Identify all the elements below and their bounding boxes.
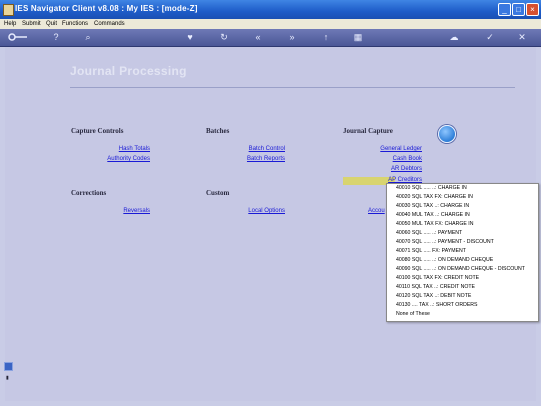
popup-item[interactable]: 40030 SQL TAX ..: CHARGE IN	[387, 202, 538, 211]
app-window: IES Navigator Client v8.08 : My IES : [m…	[0, 0, 541, 406]
help-icon[interactable]: ?	[50, 31, 62, 43]
divider	[70, 87, 515, 88]
app-icon	[3, 4, 14, 16]
section-capture-controls: Capture Controls	[71, 127, 124, 135]
link-general-ledger[interactable]: General Ledger	[380, 146, 422, 152]
link-hash-totals[interactable]: Hash Totals	[119, 146, 150, 152]
window-title: IES Navigator Client v8.08 : My IES : [m…	[15, 4, 198, 13]
popup-item[interactable]: 40130 .... TAX ..: SHORT ORDERS	[387, 301, 538, 310]
popup-item[interactable]: 40110 SQL TAX ..: CREDIT NOTE	[387, 283, 538, 292]
journal-type-popup: 40010 SQL ..... ..: CHARGE IN 40020 SQL …	[386, 183, 539, 322]
link-batch-reports[interactable]: Batch Reports	[247, 156, 285, 162]
rewind-icon[interactable]: «	[252, 31, 264, 43]
title-bar: IES Navigator Client v8.08 : My IES : [m…	[0, 0, 541, 19]
menu-bar: Help Submit Quit Functions Commands	[0, 19, 541, 29]
toolbar: ? ⌕ ♥ ↻ « » ↑ ▦ ☁ ✓ ✕	[0, 29, 541, 47]
link-batch-control[interactable]: Batch Control	[249, 146, 285, 152]
popup-item[interactable]: 40080 SQL ..... ..: ON DEMAND CHEQUE	[387, 256, 538, 265]
popup-item[interactable]: 40090 SQL ..... ..: ON DEMAND CHEQUE - D…	[387, 265, 538, 274]
popup-item[interactable]: 40010 SQL ..... ..: CHARGE IN	[387, 184, 538, 193]
key-icon[interactable]	[8, 31, 28, 43]
menu-quit[interactable]: Quit	[46, 19, 57, 29]
link-cash-book[interactable]: Cash Book	[393, 156, 422, 162]
section-custom: Custom	[206, 189, 230, 197]
refresh-icon[interactable]: ↻	[218, 31, 230, 43]
section-journal-capture: Journal Capture	[343, 127, 393, 135]
menu-functions[interactable]: Functions	[62, 19, 88, 29]
status-icon[interactable]	[4, 362, 13, 371]
menu-submit[interactable]: Submit	[22, 19, 41, 29]
popup-item[interactable]: 40070 SQL ..... ..: PAYMENT - DISCOUNT	[387, 238, 538, 247]
popup-item[interactable]: 40020 SQL TAX FX: CHARGE IN	[387, 193, 538, 202]
link-ar-debtors[interactable]: AR Debtors	[391, 166, 422, 172]
popup-item[interactable]: 40071 SQL ..... FX: PAYMENT	[387, 247, 538, 256]
popup-item[interactable]: 40050 MUL TAX FX: CHARGE IN	[387, 220, 538, 229]
link-accounts-partial[interactable]: Accou	[368, 208, 385, 214]
popup-item-none[interactable]: None of These	[387, 310, 538, 319]
link-authority-codes[interactable]: Authority Codes	[107, 156, 150, 162]
close-window-button[interactable]: ×	[526, 3, 539, 16]
section-batches: Batches	[206, 127, 230, 135]
up-icon[interactable]: ↑	[320, 31, 332, 43]
heart-icon[interactable]: ♥	[184, 31, 196, 43]
section-corrections: Corrections	[71, 189, 107, 197]
menu-commands[interactable]: Commands	[94, 19, 125, 29]
minimize-button[interactable]: _	[498, 3, 511, 16]
search-icon[interactable]: ⌕	[82, 31, 94, 43]
page-title: Journal Processing	[70, 64, 187, 78]
popup-item[interactable]: 40060 SQL ..... ..: PAYMENT	[387, 229, 538, 238]
maximize-button[interactable]: □	[512, 3, 525, 16]
link-local-options[interactable]: Local Options	[248, 208, 285, 214]
popup-item[interactable]: 40100 SQL TAX FX: CREDIT NOTE	[387, 274, 538, 283]
link-reversals[interactable]: Reversals	[123, 208, 150, 214]
popup-item[interactable]: 40120 SQL TAX ..: DEBIT NOTE	[387, 292, 538, 301]
cloud-icon[interactable]: ☁	[448, 31, 460, 43]
calendar-icon[interactable]: ▦	[352, 31, 364, 43]
check-icon[interactable]: ✓	[484, 31, 496, 43]
close-icon[interactable]: ✕	[516, 31, 528, 43]
side-marker-icon: ▮	[6, 375, 9, 381]
menu-help[interactable]: Help	[4, 19, 16, 29]
info-icon[interactable]	[438, 125, 456, 143]
fast-forward-icon[interactable]: »	[286, 31, 298, 43]
popup-item[interactable]: 40040 MUL TAX ..: CHARGE IN	[387, 211, 538, 220]
